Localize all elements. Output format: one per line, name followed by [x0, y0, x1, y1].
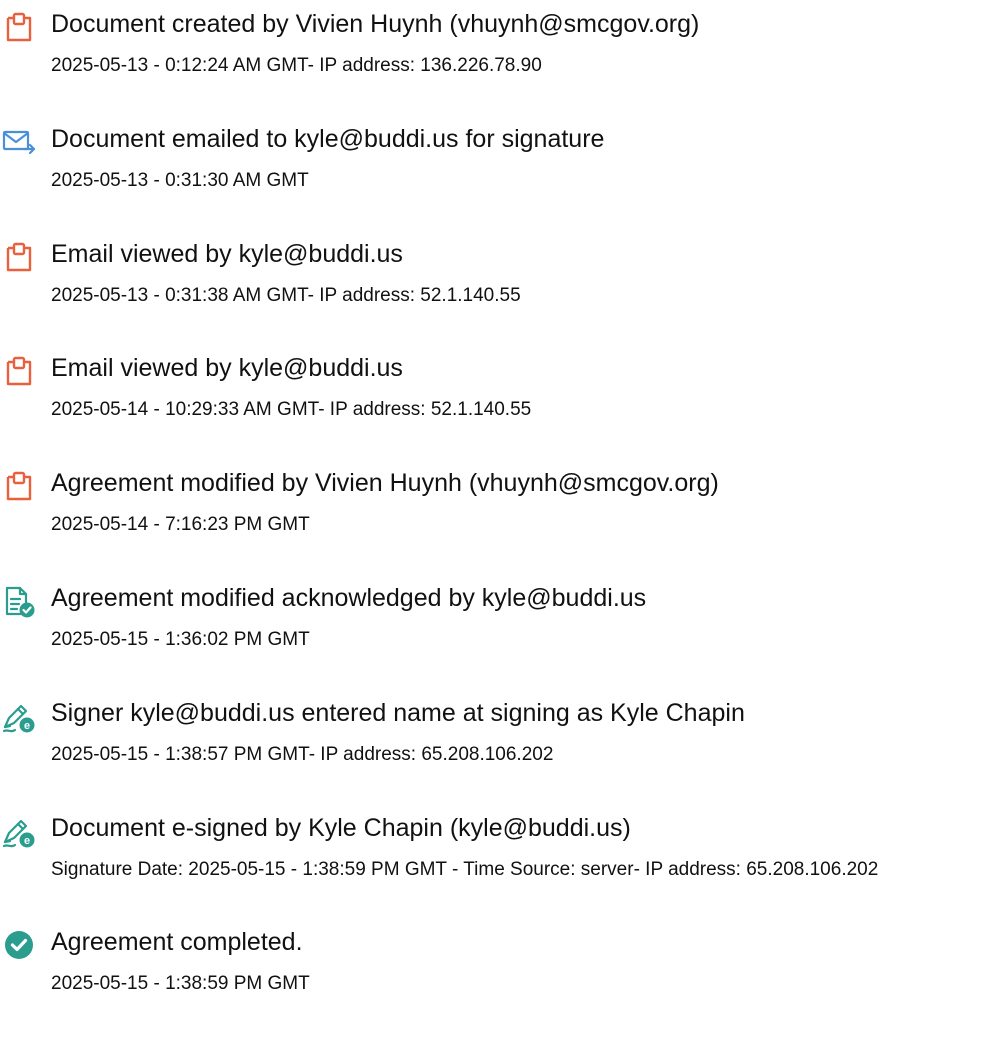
event-title: Agreement modified acknowledged by kyle@…: [51, 583, 647, 612]
history-event: Document emailed to kyle@buddi.us for si…: [0, 121, 981, 236]
event-title: Signer kyle@buddi.us entered name at sig…: [51, 698, 745, 727]
document-icon: [2, 355, 36, 389]
document-icon: [2, 470, 36, 504]
history-event: e Signer kyle@buddi.us entered name at s…: [0, 695, 981, 810]
check-circle-icon: [2, 929, 36, 963]
document-icon: [2, 241, 36, 275]
event-detail: 2025-05-14 - 10:29:33 AM GMT- IP address…: [51, 399, 532, 421]
audit-history-list: Document created by Vivien Huynh (vhuynh…: [0, 6, 981, 1039]
event-detail: 2025-05-13 - 0:12:24 AM GMT- IP address:…: [51, 55, 542, 76]
svg-text:e: e: [24, 720, 30, 732]
pen-signature-icon: e: [2, 700, 36, 734]
history-event: Document created by Vivien Huynh (vhuynh…: [0, 6, 981, 121]
pen-signature-icon: e: [2, 815, 36, 849]
document-check-icon: [2, 585, 36, 619]
history-event: e Document e-signed by Kyle Chapin (kyle…: [0, 810, 981, 925]
event-title: Email viewed by kyle@buddi.us: [51, 354, 403, 383]
history-event: Email viewed by kyle@buddi.us 2025-05-14…: [0, 350, 981, 465]
event-detail: 2025-05-15 - 1:38:57 PM GMT- IP address:…: [51, 743, 554, 765]
history-event: Agreement modified acknowledged by kyle@…: [0, 580, 981, 695]
event-detail: 2025-05-15 - 1:36:02 PM GMT: [51, 628, 310, 650]
event-title: Email viewed by kyle@buddi.us: [51, 239, 403, 268]
event-title: Agreement completed.: [51, 928, 303, 957]
event-detail: 2025-05-15 - 1:38:59 PM GMT: [51, 973, 310, 995]
event-detail: 2025-05-14 - 7:16:23 PM GMT: [51, 514, 310, 536]
history-event: Agreement modified by Vivien Huynh (vhuy…: [0, 465, 981, 580]
event-detail: 2025-05-13 - 0:31:38 AM GMT- IP address:…: [51, 284, 521, 306]
event-title: Document emailed to kyle@buddi.us for si…: [51, 124, 605, 153]
email-sent-icon: [2, 126, 36, 160]
document-icon: [2, 11, 36, 45]
history-event: Email viewed by kyle@buddi.us 2025-05-13…: [0, 236, 981, 351]
history-event: Agreement completed. 2025-05-15 - 1:38:5…: [0, 924, 981, 1039]
svg-text:e: e: [24, 835, 30, 847]
event-detail: Signature Date: 2025-05-15 - 1:38:59 PM …: [51, 858, 879, 880]
event-title: Document created by Vivien Huynh (vhuynh…: [51, 10, 700, 38]
event-title: Document e-signed by Kyle Chapin (kyle@b…: [51, 813, 631, 842]
event-detail: 2025-05-13 - 0:31:30 AM GMT: [51, 169, 309, 191]
event-title: Agreement modified by Vivien Huynh (vhuy…: [51, 469, 719, 498]
